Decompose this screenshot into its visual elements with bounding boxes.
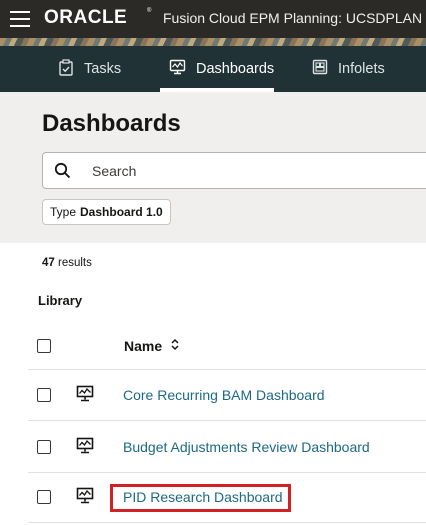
page-title: Dashboards: [42, 110, 181, 137]
tab-tasks[interactable]: Tasks: [58, 46, 121, 92]
sort-icon[interactable]: [170, 338, 180, 354]
row-checkbox[interactable]: [37, 490, 51, 504]
select-all-checkbox[interactable]: [37, 339, 51, 353]
tab-dashboards[interactable]: Dashboards: [160, 46, 274, 92]
dashboard-icon: [76, 385, 94, 407]
search-input[interactable]: Search: [42, 152, 426, 189]
dashboard-monitor-icon: [169, 59, 186, 79]
results-count-number: 47: [42, 257, 55, 269]
tab-tasks-label: Tasks: [84, 61, 122, 77]
column-header-name-label: Name: [124, 338, 163, 354]
nav-bar: Tasks Dashboards Infolets: [0, 46, 426, 92]
section-label-library: Library: [38, 293, 83, 308]
results-count-suffix: results: [58, 257, 92, 269]
decorative-pattern-strip: [0, 38, 426, 46]
row-divider: [28, 472, 426, 473]
row-divider: [28, 522, 426, 523]
row-divider: [28, 420, 426, 421]
row-link-dashboard[interactable]: Budget Adjustments Review Dashboard: [123, 439, 370, 455]
filter-chip-type[interactable]: Type Dashboard 1.0: [42, 199, 171, 225]
row-link-dashboard[interactable]: Core Recurring BAM Dashboard: [123, 387, 325, 403]
top-bar: ORACLE ® Fusion Cloud EPM Planning: UCSD…: [0, 0, 426, 38]
dashboard-icon: [76, 437, 94, 459]
filter-chip-key: Type: [50, 205, 77, 219]
tab-infolets[interactable]: Infolets: [312, 46, 385, 92]
row-checkbox[interactable]: [37, 440, 51, 454]
app-title: Fusion Cloud EPM Planning: UCSDPLAN: [163, 10, 423, 26]
oracle-logo: ORACLE: [44, 7, 128, 28]
tab-infolets-label: Infolets: [338, 61, 385, 77]
tab-dashboards-label: Dashboards: [196, 61, 275, 77]
results-count: 47 results: [42, 257, 92, 269]
hamburger-menu-icon[interactable]: [10, 11, 30, 27]
filter-chip-value: Dashboard 1.0: [80, 205, 163, 219]
registered-mark: ®: [147, 8, 152, 14]
column-header-name[interactable]: Name: [124, 338, 180, 354]
dashboard-icon: [76, 487, 94, 509]
search-icon: [54, 162, 71, 184]
highlight-box: [110, 484, 291, 512]
search-placeholder: Search: [92, 163, 137, 179]
row-divider: [28, 369, 426, 370]
clipboard-check-icon: [58, 58, 74, 80]
infolets-grid-icon: [312, 59, 328, 79]
row-checkbox[interactable]: [37, 388, 51, 402]
